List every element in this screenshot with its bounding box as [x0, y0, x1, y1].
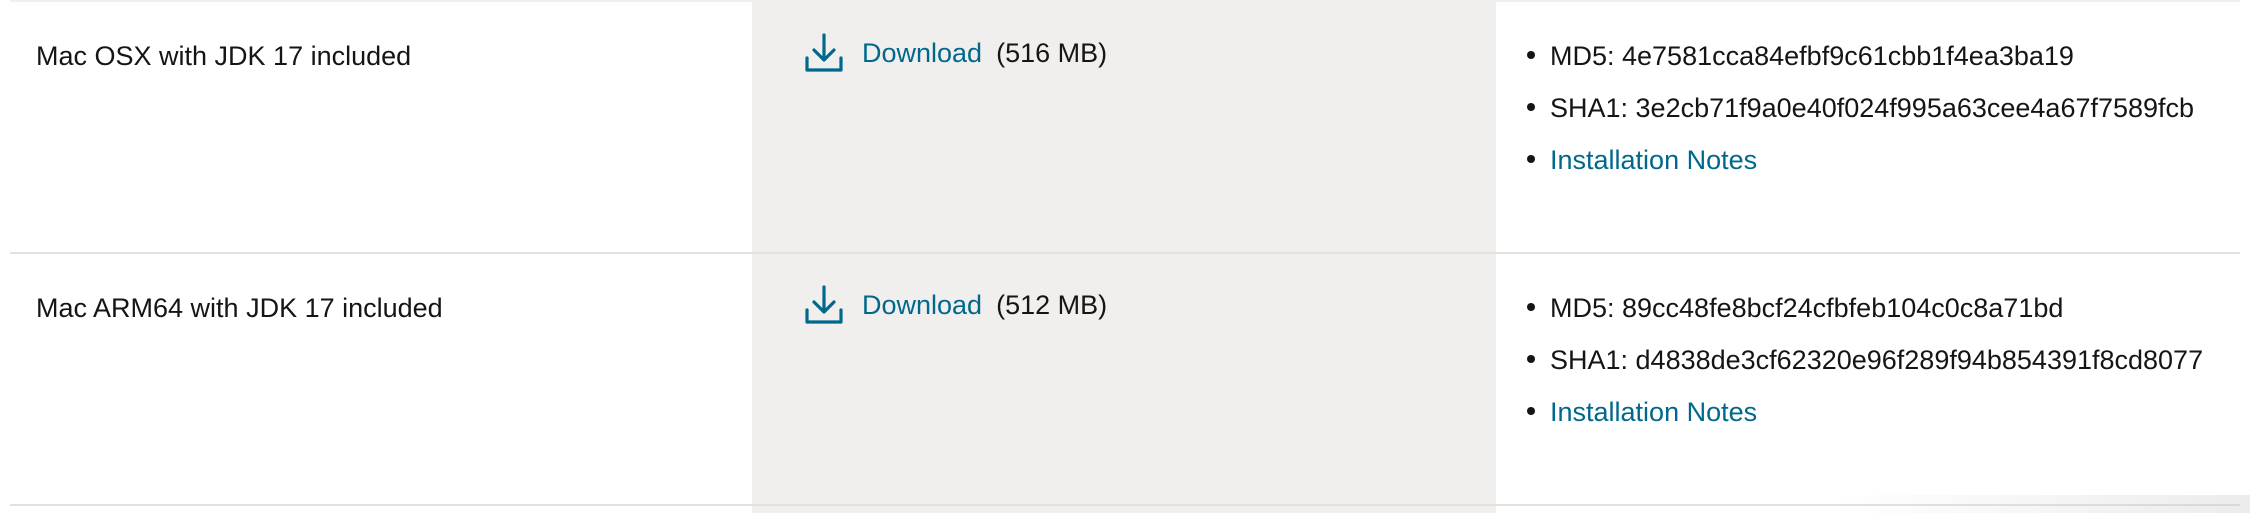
installation-notes-link[interactable]: Installation Notes — [1550, 145, 1757, 175]
download-cell: Download (516 MB) — [804, 32, 1107, 74]
download-link[interactable]: Download — [862, 35, 982, 71]
installation-notes-item: Installation Notes — [1524, 394, 2203, 430]
installation-notes-link[interactable]: Installation Notes — [1550, 397, 1757, 427]
checksum-list: MD5: 4e7581cca84efbf9c61cbb1f4ea3ba19 SH… — [1524, 38, 2194, 194]
file-size: (512 MB) — [996, 290, 1108, 320]
installation-notes-item: Installation Notes — [1524, 142, 2194, 178]
downloads-table: Mac OSX with JDK 17 included Download (5… — [10, 0, 2240, 516]
download-icon[interactable] — [804, 32, 844, 74]
table-row: Mac OSX with JDK 17 included Download (5… — [10, 0, 2240, 252]
table-row: Mac ARM64 with JDK 17 included Download … — [10, 252, 2240, 504]
download-cell: Download (512 MB) — [804, 284, 1107, 326]
bottom-shadow — [1830, 495, 2250, 513]
download-icon[interactable] — [804, 284, 844, 326]
sha1-checksum: SHA1: d4838de3cf62320e96f289f94b854391f8… — [1524, 342, 2203, 378]
md5-checksum: MD5: 4e7581cca84efbf9c61cbb1f4ea3ba19 — [1524, 38, 2194, 74]
platform-name: Mac OSX with JDK 17 included — [36, 41, 412, 71]
checksum-list: MD5: 89cc48fe8bcf24cfbfeb104c0c8a71bd SH… — [1524, 290, 2203, 446]
file-size: (516 MB) — [996, 38, 1108, 68]
download-link[interactable]: Download — [862, 287, 982, 323]
sha1-checksum: SHA1: 3e2cb71f9a0e40f024f995a63cee4a67f7… — [1524, 90, 2194, 126]
md5-checksum: MD5: 89cc48fe8bcf24cfbfeb104c0c8a71bd — [1524, 290, 2203, 326]
platform-name: Mac ARM64 with JDK 17 included — [36, 293, 443, 323]
